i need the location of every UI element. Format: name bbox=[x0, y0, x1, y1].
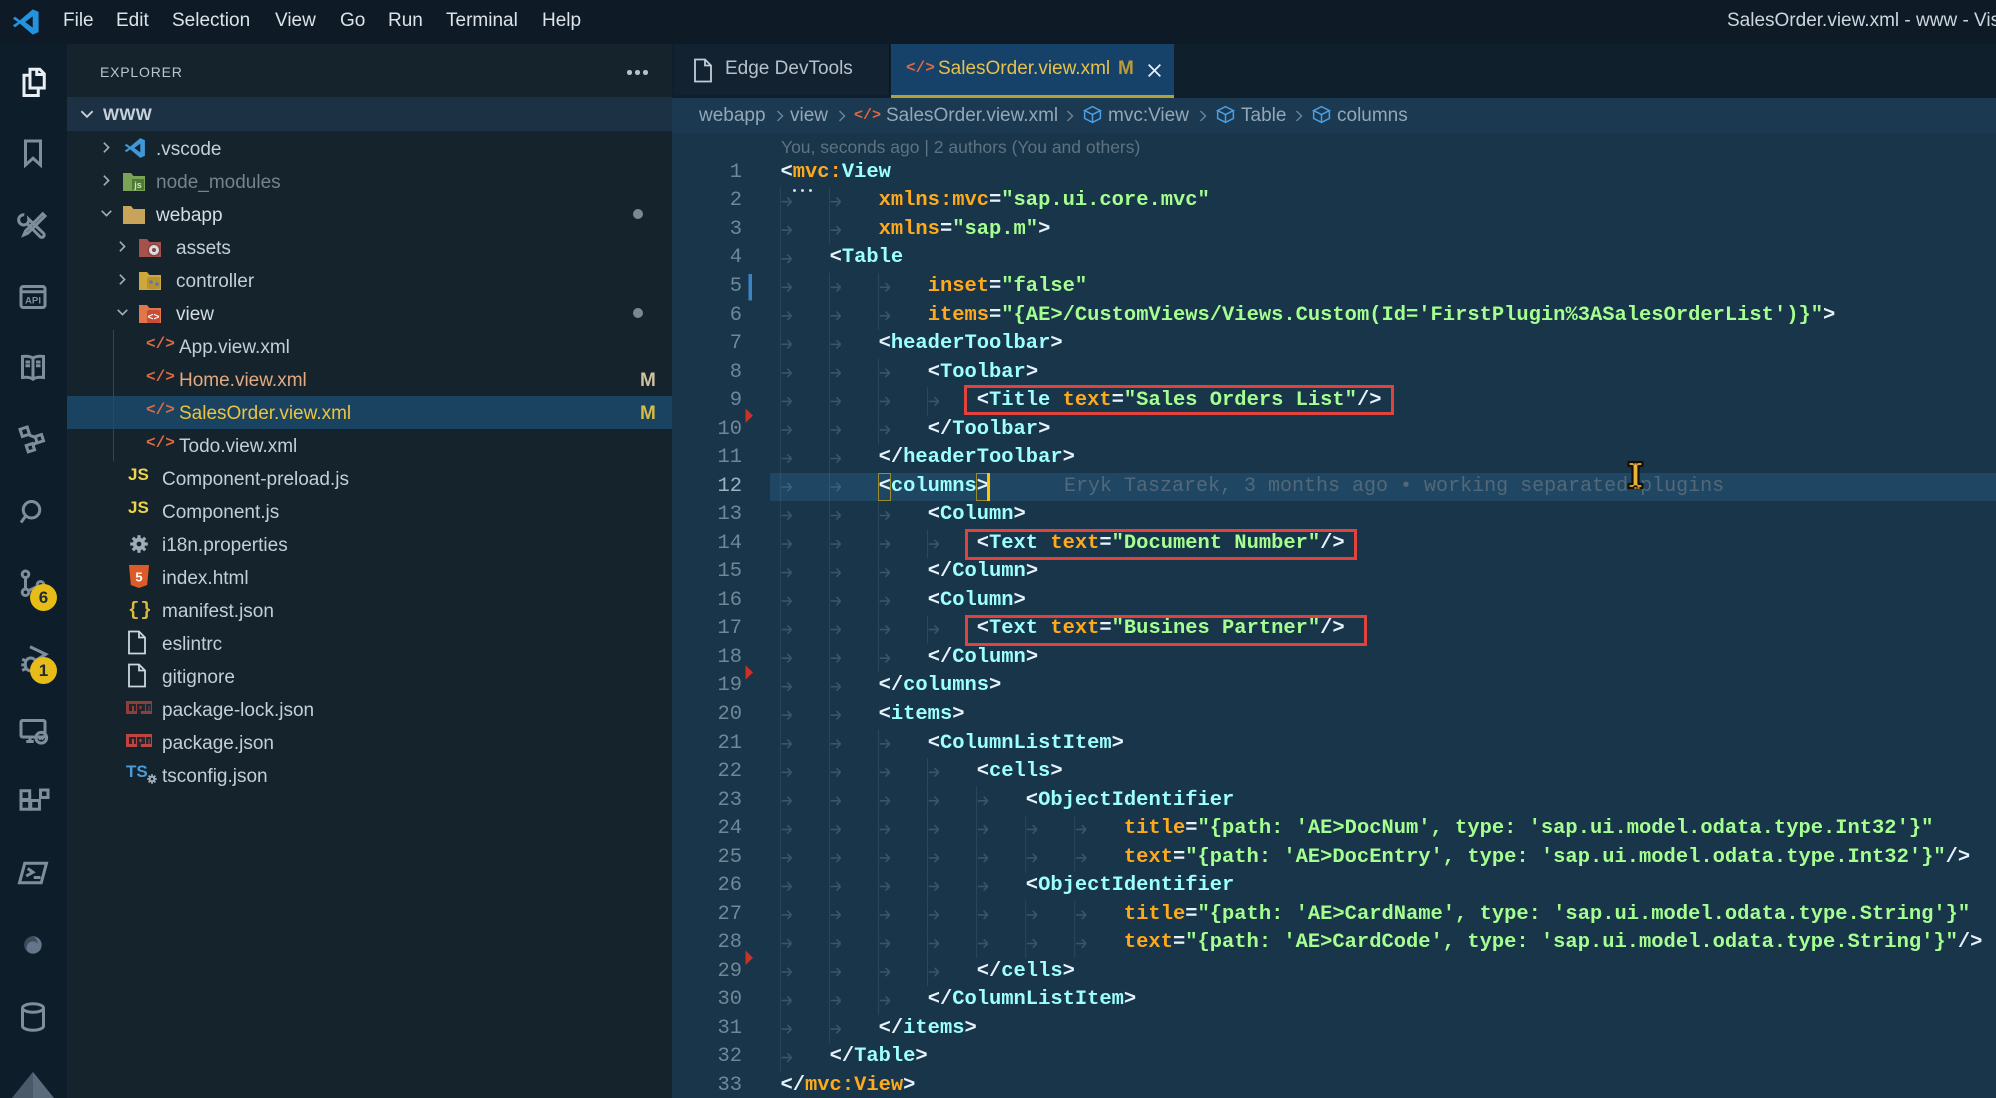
svg-text:5: 5 bbox=[135, 570, 142, 585]
svg-text:API: API bbox=[25, 296, 41, 307]
svg-text:<>: <> bbox=[147, 313, 159, 324]
svg-text:js: js bbox=[133, 180, 142, 190]
